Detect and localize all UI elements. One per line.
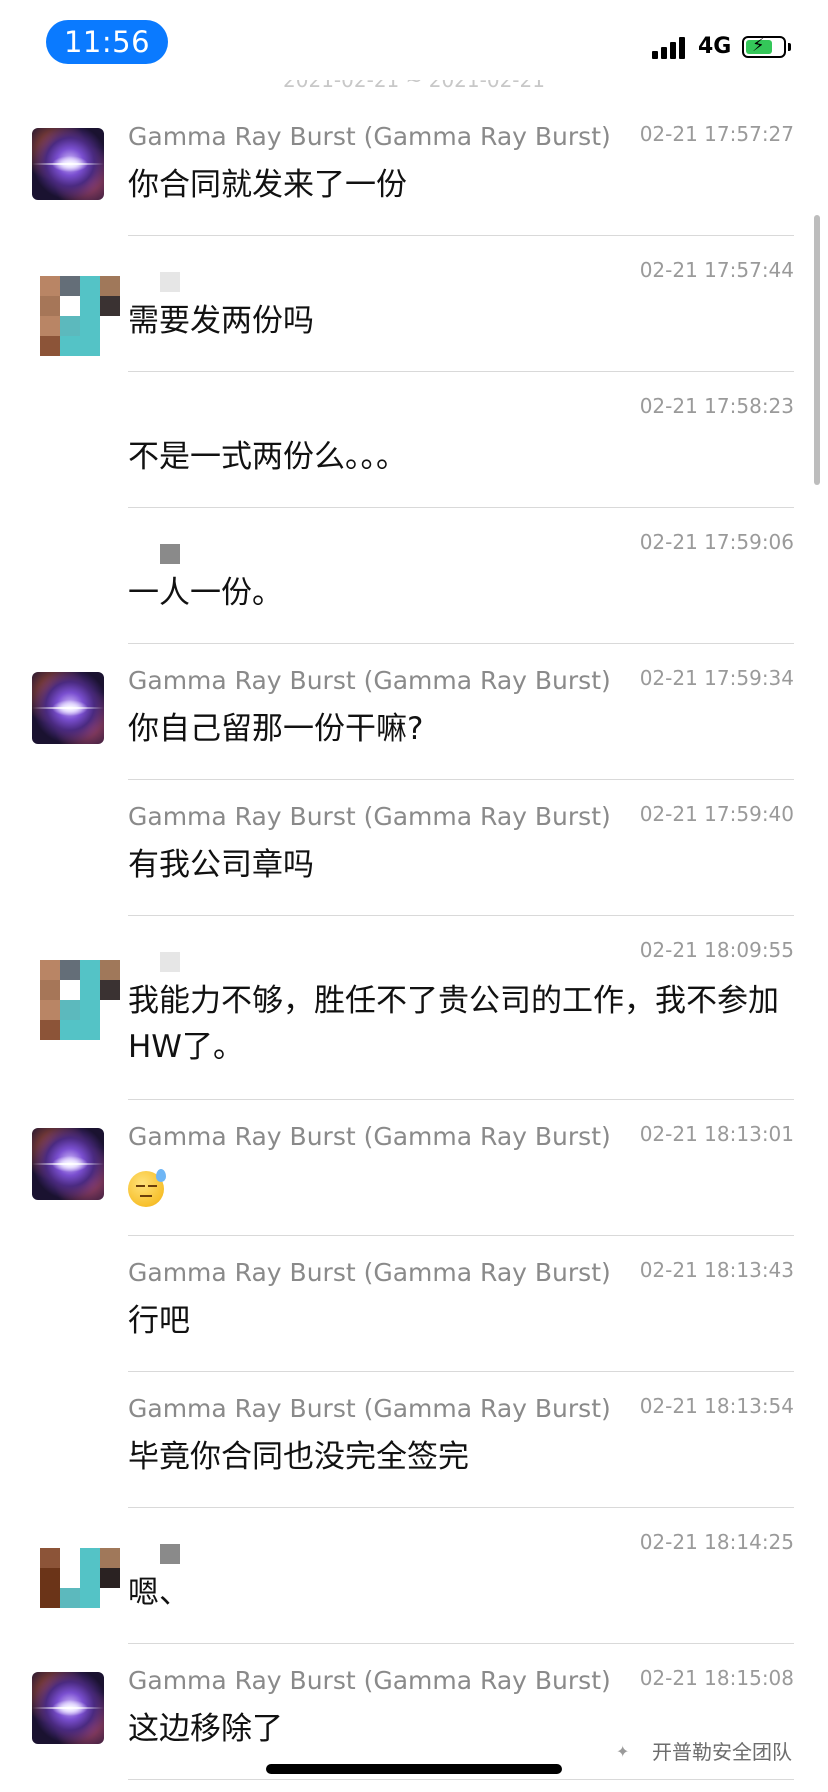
message-time: 02-21 17:57:44: [639, 258, 794, 282]
message-time: 02-21 18:15:08: [639, 1666, 794, 1690]
message-text: 不是一式两份么。。。: [128, 439, 407, 475]
message-item[interactable]: 02-21 17:58:23 不是一式两份么。。。: [0, 372, 828, 508]
sender-name: Gamma Ray Burst (Gamma Ray Burst): [128, 1258, 611, 1287]
wechat-icon: ✦: [616, 1742, 630, 1761]
message-time: 02-21 17:59:40: [639, 802, 794, 826]
sender-name: Gamma Ray Burst (Gamma Ray Burst): [128, 666, 611, 695]
message-item[interactable]: 02-21 17:59:06 一人一份。: [0, 508, 828, 644]
sender-name-redacted: [160, 1544, 180, 1564]
sender-name: Gamma Ray Burst (Gamma Ray Burst): [128, 1122, 611, 1151]
message-emoji: [128, 1162, 788, 1208]
message-time: 02-21 17:59:34: [639, 666, 794, 690]
sender-name: Gamma Ray Burst (Gamma Ray Burst): [128, 1666, 611, 1695]
avatar[interactable]: [40, 960, 120, 1040]
message-list[interactable]: Gamma Ray Burst (Gamma Ray Burst) 02-21 …: [0, 0, 828, 1792]
message-time: 02-21 17:59:06: [639, 530, 794, 554]
avatar[interactable]: [32, 672, 104, 744]
message-text: 行吧: [128, 1303, 190, 1339]
message-time: 02-21 18:14:25: [639, 1530, 794, 1554]
avatar[interactable]: [32, 1128, 104, 1200]
message-text: 你自己留那一份干嘛?: [128, 711, 424, 747]
message-time: 02-21 17:58:23: [639, 394, 794, 418]
message-text: 嗯、: [128, 1575, 190, 1611]
message-text: 需要发两份吗: [128, 303, 314, 339]
message-item[interactable]: Gamma Ray Burst (Gamma Ray Burst) 02-21 …: [0, 780, 828, 916]
message-time: 02-21 18:09:55: [639, 938, 794, 962]
divider: [128, 1779, 794, 1780]
message-text: 一人一份。: [128, 575, 283, 611]
avatar[interactable]: [32, 128, 104, 200]
avatar[interactable]: [32, 1672, 104, 1744]
message-time: 02-21 18:13:01: [639, 1122, 794, 1146]
watermark: 开普勒安全团队: [652, 1740, 792, 1764]
sender-name-redacted: [160, 544, 180, 564]
sender-name-redacted: [160, 272, 180, 292]
chat-history-screen: 11:56 4G ⚡ 2021-02-21 ~ 2021-02-21 Gamma…: [0, 0, 828, 1792]
message-time: 02-21 17:57:27: [639, 122, 794, 146]
message-text: 有我公司章吗: [128, 847, 314, 883]
sender-name: Gamma Ray Burst (Gamma Ray Burst): [128, 122, 611, 151]
message-item[interactable]: 02-21 18:14:25 嗯、: [0, 1508, 828, 1644]
message-item[interactable]: Gamma Ray Burst (Gamma Ray Burst) 02-21 …: [0, 1372, 828, 1508]
message-text: 毕竟你合同也没完全签完: [128, 1439, 469, 1475]
sweat-smile-emoji-icon: [128, 1168, 166, 1207]
scrollbar[interactable]: [814, 215, 820, 485]
message-time: 02-21 18:13:43: [639, 1258, 794, 1282]
message-item[interactable]: Gamma Ray Burst (Gamma Ray Burst) 02-21 …: [0, 100, 828, 236]
avatar[interactable]: [40, 1548, 120, 1628]
sender-name-redacted: [160, 952, 180, 972]
message-item[interactable]: Gamma Ray Burst (Gamma Ray Burst) 02-21 …: [0, 1236, 828, 1372]
message-item[interactable]: Gamma Ray Burst (Gamma Ray Burst) 02-21 …: [0, 1100, 828, 1236]
message-text: 你合同就发来了一份: [128, 167, 407, 203]
sender-name: Gamma Ray Burst (Gamma Ray Burst): [128, 802, 611, 831]
message-text: 我能力不够，胜任不了贵公司的工作，我不参加HW了。: [128, 983, 779, 1065]
message-item[interactable]: Gamma Ray Burst (Gamma Ray Burst) 02-21 …: [0, 644, 828, 780]
avatar[interactable]: [40, 276, 120, 356]
message-item[interactable]: 02-21 18:09:55 我能力不够，胜任不了贵公司的工作，我不参加HW了。: [0, 916, 828, 1100]
message-item[interactable]: 02-21 17:57:44 需要发两份吗: [0, 236, 828, 372]
sender-name: Gamma Ray Burst (Gamma Ray Burst): [128, 1394, 611, 1423]
message-time: 02-21 18:13:54: [639, 1394, 794, 1418]
home-indicator[interactable]: [266, 1764, 562, 1774]
